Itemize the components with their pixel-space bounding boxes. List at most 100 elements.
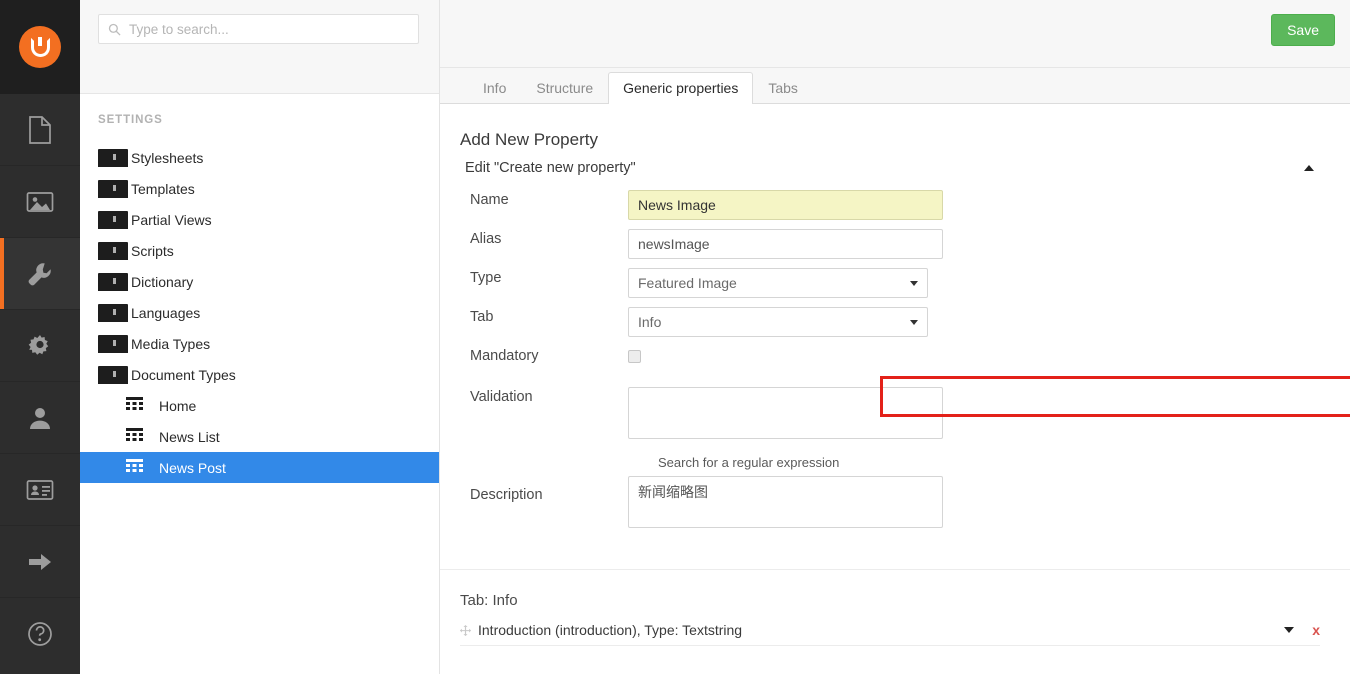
tree-item-label: Stylesheets xyxy=(131,149,204,166)
tree-item-label: Languages xyxy=(131,304,201,321)
caret-up-icon[interactable] xyxy=(1304,165,1314,171)
tree-item-languages[interactable]: Languages xyxy=(80,297,439,328)
tree-item-media-types[interactable]: Media Types xyxy=(80,328,439,359)
tree-item-news-post[interactable]: News Post xyxy=(80,452,439,483)
form-row-description: Description xyxy=(440,476,1350,533)
tree-item-label: Partial Views xyxy=(131,211,212,228)
sidebar-item-developer[interactable] xyxy=(0,310,80,382)
translation-arrow-icon xyxy=(29,553,51,570)
chevron-down-icon xyxy=(910,280,918,286)
tree-item-dictionary[interactable]: Dictionary xyxy=(80,266,439,297)
folder-icon xyxy=(98,272,128,291)
property-row[interactable]: Introduction (introduction), Type: Texts… xyxy=(460,617,1320,646)
search-box[interactable] xyxy=(98,14,419,44)
editor-header: Save xyxy=(440,0,1350,68)
edit-property-header: Edit "Create new property" xyxy=(440,160,1350,176)
tab-info[interactable]: Info xyxy=(468,72,521,104)
form-row-validation: Validation xyxy=(440,387,1350,444)
tree-item-home[interactable]: Home xyxy=(80,390,439,421)
tree-item-stylesheets[interactable]: Stylesheets xyxy=(80,142,439,173)
tree-item-scripts[interactable]: Scripts xyxy=(80,235,439,266)
tree-item-document-types[interactable]: Document Types xyxy=(80,359,439,390)
tab-groups: Tab: Info Introduction (introduction), Ty… xyxy=(440,569,1350,674)
type-label: Type xyxy=(470,270,502,286)
doctype-grid-icon xyxy=(126,458,148,477)
page-title: Add New Property xyxy=(460,130,598,149)
name-input[interactable] xyxy=(628,190,943,220)
tab-tabs[interactable]: Tabs xyxy=(753,72,813,104)
form-row-name: Name xyxy=(440,190,1350,224)
tree-item-label: Scripts xyxy=(131,242,174,259)
search-input[interactable] xyxy=(127,15,412,43)
users-person-icon xyxy=(30,407,50,429)
editor-body: Add New Property Edit "Create new proper… xyxy=(440,104,1350,674)
tree-item-label: Home xyxy=(159,397,197,414)
description-textarea[interactable] xyxy=(628,476,943,528)
tree-item-label: News List xyxy=(159,428,220,445)
tab-structure[interactable]: Structure xyxy=(521,72,608,104)
chevron-down-icon xyxy=(910,319,918,325)
tree-search-area xyxy=(80,0,439,94)
caret-down-icon[interactable] xyxy=(1284,627,1295,633)
save-button[interactable]: Save xyxy=(1271,14,1335,47)
form-row-alias: Alias xyxy=(440,229,1350,263)
folder-icon xyxy=(98,365,128,384)
folder-icon xyxy=(98,179,128,198)
sidebar-item-media[interactable] xyxy=(0,166,80,238)
mandatory-checkbox[interactable] xyxy=(628,350,641,363)
tree-item-templates[interactable]: Templates xyxy=(80,173,439,204)
tree-item-label: Dictionary xyxy=(131,273,194,290)
umbraco-logo-button[interactable] xyxy=(0,0,80,94)
folder-icon xyxy=(98,303,128,322)
folder-icon xyxy=(98,210,128,229)
sidebar-item-help[interactable] xyxy=(0,598,80,670)
umbraco-backoffice: SETTINGS Stylesheets Templates Partial Vie… xyxy=(0,0,1350,674)
folder-icon xyxy=(98,148,128,167)
members-card-icon xyxy=(26,479,54,500)
editor-tabs: Info Structure Generic properties Tabs xyxy=(440,68,1350,104)
type-select[interactable]: Featured Image xyxy=(628,268,928,298)
content-document-icon xyxy=(29,115,51,144)
tab-select-value: Info xyxy=(638,314,662,330)
validation-textarea[interactable] xyxy=(628,387,943,439)
sidebar-item-members[interactable] xyxy=(0,454,80,526)
remove-x-icon[interactable]: x xyxy=(1312,623,1320,637)
tree-heading: SETTINGS xyxy=(98,114,163,126)
section-rail xyxy=(0,0,80,674)
media-image-icon xyxy=(26,191,54,212)
move-handle-icon[interactable] xyxy=(460,624,471,636)
alias-input[interactable] xyxy=(628,229,943,259)
mandatory-label: Mandatory xyxy=(470,348,539,364)
sidebar-item-content[interactable] xyxy=(0,94,80,166)
sidebar-item-settings[interactable] xyxy=(0,238,80,310)
tree-item-label: Templates xyxy=(131,180,195,197)
tab-select[interactable]: Info xyxy=(628,307,928,337)
property-row-label: Introduction (introduction), Type: Texts… xyxy=(478,622,743,638)
tab-group-title: Tab: Info xyxy=(460,592,518,609)
tab-generic-properties[interactable]: Generic properties xyxy=(608,72,754,104)
alias-label: Alias xyxy=(470,231,502,247)
umbraco-logo-icon xyxy=(19,26,61,68)
doctype-grid-icon xyxy=(126,396,148,415)
settings-wrench-icon xyxy=(28,262,51,285)
form-row-mandatory: Mandatory xyxy=(440,346,1350,380)
validation-label: Validation xyxy=(470,389,533,405)
form-row-type: Type Featured Image xyxy=(440,268,1350,302)
tree-item-label: Document Types xyxy=(131,366,236,383)
tree-item-label: Media Types xyxy=(131,335,211,352)
sidebar-item-users[interactable] xyxy=(0,382,80,454)
tree-item-partial-views[interactable]: Partial Views xyxy=(80,204,439,235)
edit-property-subtitle: Edit "Create new property" xyxy=(465,160,636,176)
doctype-grid-icon xyxy=(126,427,148,446)
tree-item-label: News Post xyxy=(159,459,226,476)
description-label: Description xyxy=(470,487,543,503)
help-question-icon xyxy=(28,622,52,646)
folder-icon xyxy=(98,334,128,353)
sidebar-item-translation[interactable] xyxy=(0,526,80,598)
tree-item-news-list[interactable]: News List xyxy=(80,421,439,452)
tree-list: SETTINGS Stylesheets Templates Partial Vie… xyxy=(80,94,439,483)
type-select-value: Featured Image xyxy=(638,275,737,291)
developer-gear-icon xyxy=(28,334,49,355)
folder-icon xyxy=(98,241,128,260)
form-row-tab: Tab Info xyxy=(440,307,1350,341)
